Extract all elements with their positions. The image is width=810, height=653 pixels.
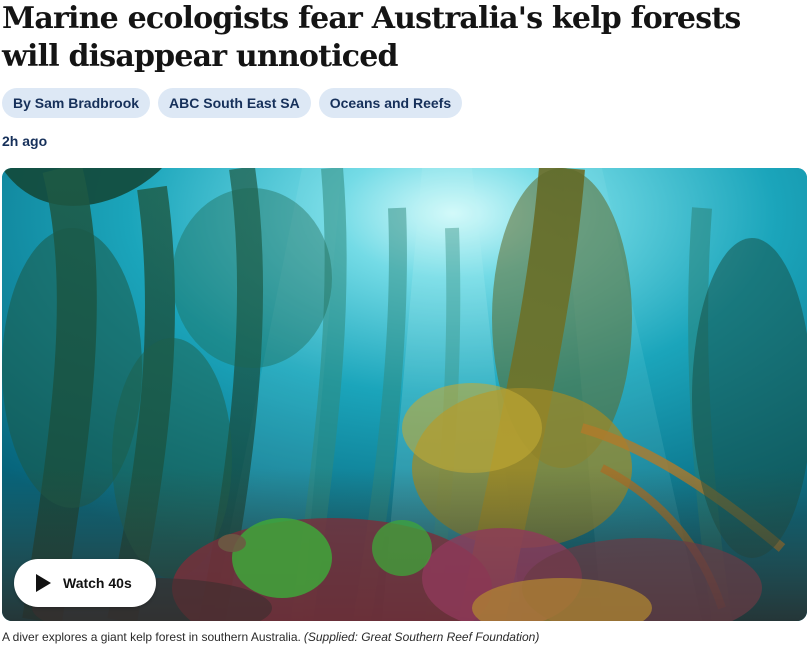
location-tag[interactable]: ABC South East SA — [158, 88, 311, 118]
image-caption: A diver explores a giant kelp forest in … — [2, 630, 539, 644]
hero-video[interactable]: Watch 40s — [2, 168, 807, 621]
article-tags: By Sam Bradbrook ABC South East SA Ocean… — [2, 88, 463, 118]
watch-video-button[interactable]: Watch 40s — [14, 559, 156, 607]
author-tag[interactable]: By Sam Bradbrook — [2, 88, 151, 118]
play-icon — [36, 574, 51, 592]
caption-text: A diver explores a giant kelp forest in … — [2, 630, 301, 644]
kelp-forest-image — [2, 168, 807, 621]
topic-tag[interactable]: Oceans and Reefs — [318, 88, 463, 118]
watch-duration-label: Watch 40s — [63, 575, 132, 591]
article-headline: Marine ecologists fear Australia's kelp … — [2, 1, 741, 74]
caption-credit: (Supplied: Great Southern Reef Foundatio… — [303, 630, 540, 644]
publish-timestamp: 2h ago — [2, 133, 48, 149]
article: Marine ecologists fear Australia's kelp … — [0, 0, 810, 653]
